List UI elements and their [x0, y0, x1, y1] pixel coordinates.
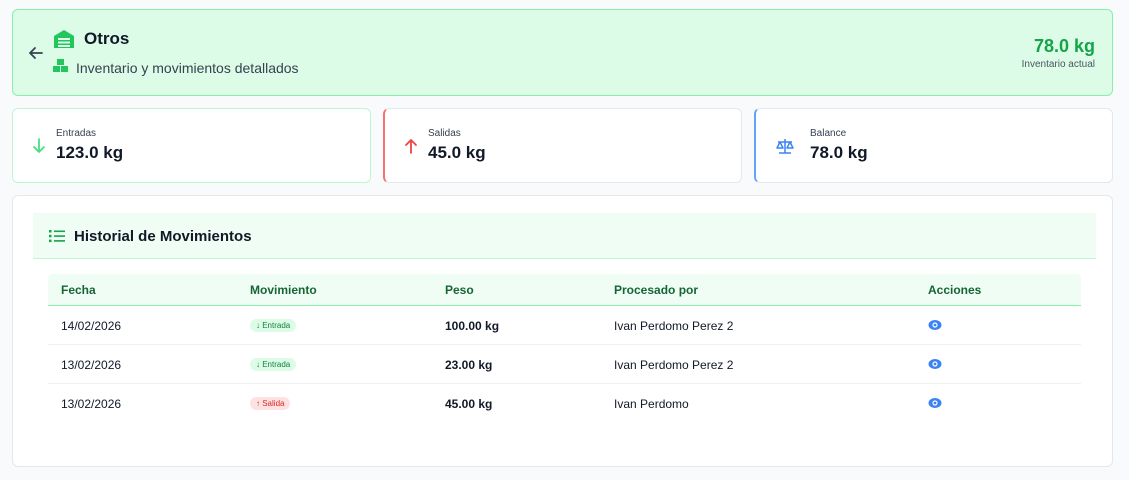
table-header: Fecha Movimiento Peso Procesado por Acci…	[48, 274, 1081, 306]
eye-icon[interactable]	[928, 318, 942, 332]
header-banner: Otros Inventario y movimientos detallado…	[12, 9, 1113, 96]
movement-badge: ↓ Entrada	[250, 319, 297, 332]
stat-value: 123.0 kg	[56, 143, 124, 162]
table-row: 13/02/2026 ↓ Entrada 23.00 kg Ivan Perdo…	[48, 345, 1081, 384]
stat-card-salidas: Salidas 45.0 kg	[383, 108, 742, 183]
inventory-label: Inventario actual	[1021, 59, 1095, 70]
boxes-icon	[53, 59, 68, 72]
movement-badge: ↑ Salida	[250, 397, 291, 410]
history-title: Historial de Movimientos	[74, 228, 252, 245]
column-header: Movimiento	[250, 283, 317, 297]
stat-label: Balance	[810, 128, 847, 139]
column-header: Acciones	[928, 283, 982, 297]
table-row: 14/02/2026 ↓ Entrada 100.00 kg Ivan Perd…	[48, 306, 1081, 345]
processed-by-cell: Ivan Perdomo	[614, 397, 689, 411]
stat-card-balance: Balance 78.0 kg	[754, 108, 1113, 183]
table-row: 13/02/2026 ↑ Salida 45.00 kg Ivan Perdom…	[48, 384, 1081, 423]
arrow-left-icon[interactable]	[27, 44, 45, 62]
history-panel: Historial de Movimientos Fecha Movimient…	[12, 195, 1113, 467]
eye-icon[interactable]	[928, 357, 942, 371]
weight-cell: 23.00 kg	[445, 358, 493, 372]
column-header: Peso	[445, 283, 474, 297]
processed-by-cell: Ivan Perdomo Perez 2	[614, 319, 734, 333]
stat-value: 78.0 kg	[810, 143, 868, 162]
history-header: Historial de Movimientos	[33, 213, 1096, 259]
page-title: Otros	[84, 29, 130, 48]
movement-badge: ↓ Entrada	[250, 358, 297, 371]
stat-value: 45.0 kg	[428, 143, 486, 162]
arrow-up-icon	[405, 139, 417, 154]
scale-icon	[776, 139, 794, 154]
weight-cell: 45.00 kg	[445, 397, 493, 411]
date-cell: 13/02/2026	[61, 358, 122, 372]
arrow-down-icon	[33, 138, 45, 153]
processed-by-cell: Ivan Perdomo Perez 2	[614, 358, 734, 372]
stat-label: Entradas	[56, 128, 97, 139]
warehouse-icon	[54, 30, 74, 48]
weight-cell: 100.00 kg	[445, 319, 500, 333]
stat-card-entradas: Entradas 123.0 kg	[12, 108, 371, 183]
stat-label: Salidas	[428, 128, 461, 139]
page-subtitle: Inventario y movimientos detallados	[76, 60, 299, 76]
date-cell: 14/02/2026	[61, 319, 122, 333]
inventory-value: 78.0 kg	[1033, 36, 1095, 56]
list-icon	[49, 230, 65, 243]
date-cell: 13/02/2026	[61, 397, 122, 411]
column-header: Procesado por	[614, 283, 699, 297]
eye-icon[interactable]	[928, 396, 942, 410]
movements-table: Fecha Movimiento Peso Procesado por Acci…	[48, 274, 1081, 423]
column-header: Fecha	[61, 283, 96, 297]
